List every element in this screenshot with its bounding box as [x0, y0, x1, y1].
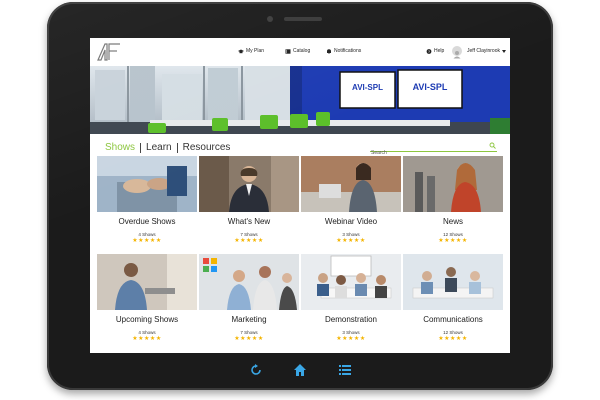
star-rating: ★★★★★: [234, 336, 264, 342]
tab-divider: [176, 142, 178, 153]
list-icon[interactable]: [338, 363, 352, 377]
hero-photo: [90, 66, 510, 134]
card-title: Communications: [423, 315, 483, 324]
user-avatar[interactable]: [452, 46, 462, 59]
tab-shows[interactable]: Shows: [105, 142, 135, 153]
tablet-frame: My Plan Catalog Notifications ? Help Jef…: [47, 2, 553, 390]
card-upcoming-shows[interactable]: Upcoming Shows 4 Shows ★★★★★: [97, 254, 197, 350]
card-news[interactable]: News 12 Shows ★★★★★: [403, 156, 503, 252]
help-icon: ?: [426, 49, 432, 54]
star-rating: ★★★★★: [336, 238, 366, 244]
hero-banner: AVI-SPL AVI-SPL: [90, 66, 510, 134]
card-thumbnail: [301, 156, 401, 212]
card-demonstration[interactable]: Demonstration 3 Shows ★★★★★: [301, 254, 401, 350]
nav-catalog-label: Catalog: [293, 48, 311, 54]
card-count: 7 Shows: [240, 232, 258, 237]
chevron-down-icon: [501, 49, 506, 53]
card-title: Marketing: [231, 315, 267, 324]
top-nav: My Plan Catalog Notifications ? Help Jef…: [90, 38, 510, 67]
nav-help-label: Help: [434, 48, 445, 54]
star-rating: ★★★★★: [132, 238, 162, 244]
card-title: Webinar Video: [324, 217, 378, 226]
app-screen: My Plan Catalog Notifications ? Help Jef…: [90, 38, 510, 353]
bell-icon: [327, 48, 331, 54]
hero-sign-left: AVI-SPL: [352, 83, 383, 92]
star-rating: ★★★★★: [438, 336, 468, 342]
app-logo[interactable]: [96, 42, 122, 62]
nav-catalog[interactable]: Catalog: [285, 48, 310, 54]
card-count: 3 Shows: [342, 232, 360, 237]
section-tabs: Shows Learn Resources: [105, 142, 230, 153]
card-whats-new[interactable]: What's New 7 Shows ★★★★★: [199, 156, 299, 252]
user-icon: [453, 51, 461, 59]
card-webinar-video[interactable]: Webinar Video 3 Shows ★★★★★: [301, 156, 401, 252]
refresh-icon[interactable]: [249, 363, 263, 377]
search-box: [370, 141, 497, 156]
user-menu[interactable]: Jeff Clayinrook: [467, 48, 506, 54]
nav-my-plan[interactable]: My Plan: [238, 48, 264, 54]
user-name: Jeff Clayinrook: [467, 48, 500, 54]
card-thumbnail: [199, 254, 299, 310]
star-rating: ★★★★★: [132, 336, 162, 342]
nav-my-plan-label: My Plan: [246, 48, 265, 54]
camera-dot: [267, 16, 273, 22]
card-communications[interactable]: Communications 12 Shows ★★★★★: [403, 254, 503, 350]
card-overdue-shows[interactable]: Overdue Shows 4 Shows ★★★★★: [97, 156, 197, 252]
nav-notifications[interactable]: Notifications: [326, 48, 361, 54]
card-thumbnail: [97, 156, 197, 212]
card-title: Overdue Shows: [118, 217, 176, 226]
star-rating: ★★★★★: [438, 238, 468, 244]
card-count: 12 Shows: [443, 330, 463, 335]
card-thumbnail: [403, 254, 503, 310]
card-thumbnail: [97, 254, 197, 310]
tab-resources[interactable]: Resources: [183, 142, 231, 153]
card-thumbnail: [301, 254, 401, 310]
graduation-cap-icon: [238, 49, 244, 53]
speaker-grille: [284, 17, 322, 21]
search-icon[interactable]: [489, 142, 496, 149]
card-count: 12 Shows: [443, 232, 463, 237]
card-thumbnail: [403, 156, 503, 212]
card-thumbnail: [199, 156, 299, 212]
card-marketing[interactable]: Marketing 7 Shows ★★★★★: [199, 254, 299, 350]
card-count: 4 Shows: [138, 330, 156, 335]
card-title: What's New: [227, 217, 271, 226]
nav-help[interactable]: ? Help: [426, 48, 444, 54]
book-icon: [285, 48, 291, 54]
tab-learn[interactable]: Learn: [146, 142, 172, 153]
card-title: Demonstration: [324, 315, 378, 324]
star-rating: ★★★★★: [336, 336, 366, 342]
card-title: Upcoming Shows: [115, 315, 179, 324]
card-count: 4 Shows: [138, 232, 156, 237]
card-count: 3 Shows: [342, 330, 360, 335]
card-title: News: [442, 217, 463, 226]
hero-sign-right: AVI-SPL: [412, 82, 448, 92]
nav-notifications-label: Notifications: [334, 48, 362, 54]
card-count: 7 Shows: [240, 330, 258, 335]
tab-divider: [140, 142, 142, 153]
home-icon[interactable]: [293, 363, 307, 377]
star-rating: ★★★★★: [234, 238, 264, 244]
